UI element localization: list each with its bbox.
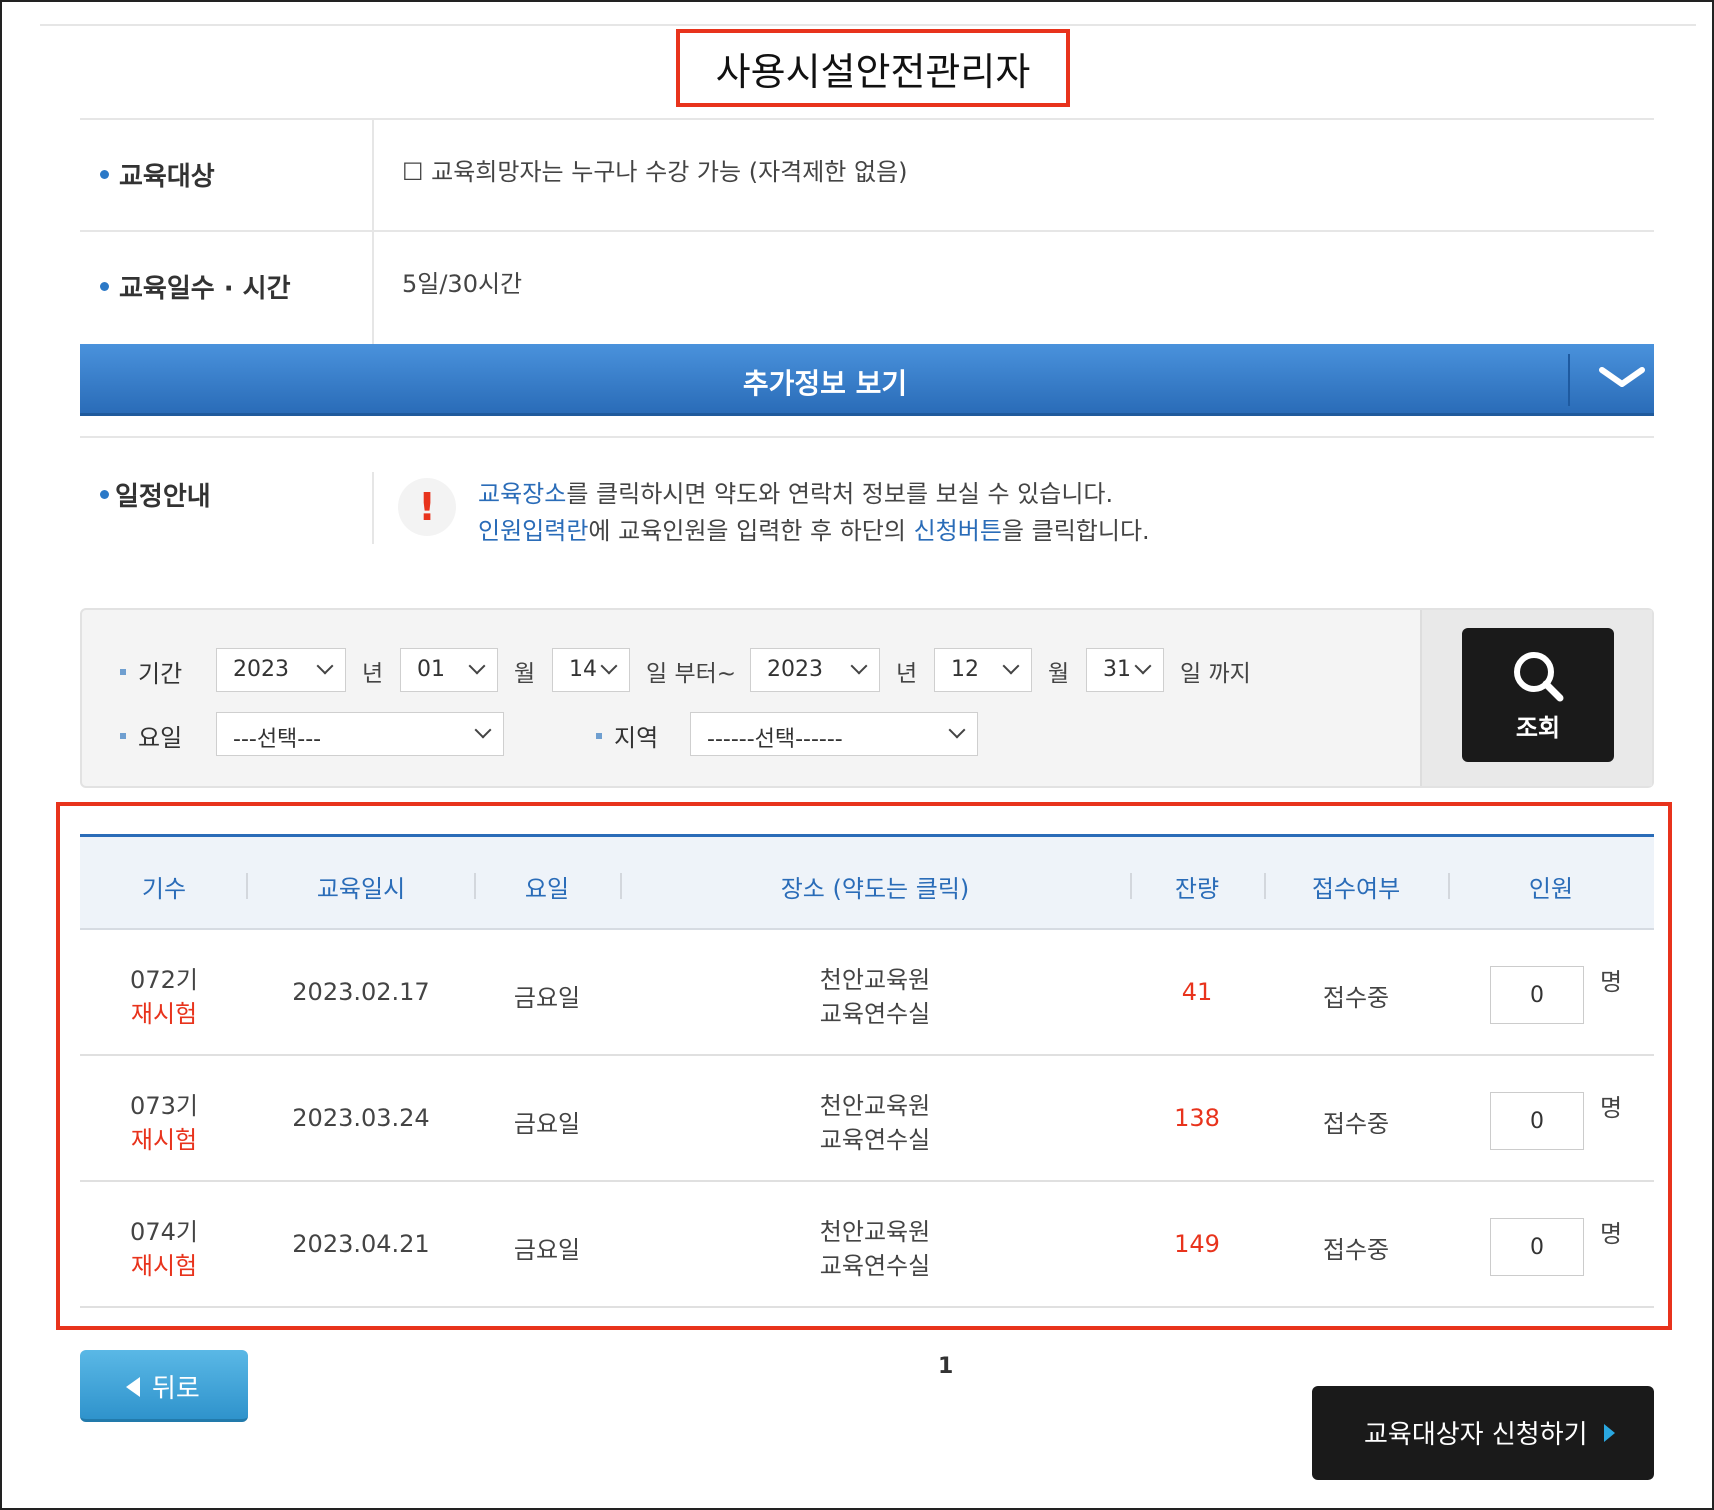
divider: [372, 232, 374, 344]
from-year-select[interactable]: 2023: [216, 648, 346, 692]
unit-from-day: 일 부터~: [646, 661, 737, 687]
date-cell: 2023.03.24: [292, 1104, 430, 1132]
qty-input-text: 인원입력란: [478, 517, 589, 545]
unit-to-day: 일 까지: [1180, 661, 1251, 687]
unit-year: 년: [362, 661, 384, 687]
schedule-row: 일정안내 ! 교육장소를 클릭하시면 약도와 연락처 정보를 보실 수 있습니다…: [80, 436, 1654, 566]
qty-unit: 명: [1599, 968, 1623, 996]
header-remaining: 잔량: [1174, 875, 1220, 903]
date-cell: 2023.04.21: [292, 1230, 430, 1258]
remaining-cell: 138: [1174, 1104, 1220, 1132]
day-cell: 금요일: [513, 984, 581, 1012]
divider: [372, 120, 374, 232]
header-date: 교육일시: [316, 875, 406, 903]
page-number[interactable]: 1: [938, 1354, 953, 1379]
from-day-select[interactable]: 14: [552, 648, 630, 692]
info-row-target: 교육대상 ☐ 교육희망자는 누구나 수강 가능 (자격제한 없음): [80, 118, 1654, 232]
region-select[interactable]: ------선택------: [690, 712, 978, 756]
weekday-select[interactable]: ---선택---: [216, 712, 504, 756]
period-label: 기간: [120, 654, 182, 689]
schedule-note-1: 교육장소를 클릭하시면 약도와 연락처 정보를 보실 수 있습니다.: [478, 480, 1114, 508]
apply-button-label: 교육대상자 신청하기: [1364, 1420, 1588, 1450]
arrow-left-icon: [126, 1377, 140, 1397]
status-cell: 접수중: [1322, 984, 1390, 1012]
header-qty: 인원: [1528, 875, 1574, 903]
room-cell: 교육연수실: [819, 1252, 931, 1280]
info-value-target: ☐ 교육희망자는 누구나 수강 가능 (자격제한 없음): [402, 158, 908, 186]
day-cell: 금요일: [513, 1236, 581, 1264]
search-button-label: 조회: [1515, 714, 1561, 742]
from-month-select[interactable]: 01: [400, 648, 498, 692]
quantity-input[interactable]: 0: [1490, 1218, 1584, 1276]
back-button-label: 뒤로: [152, 1374, 200, 1404]
divider: [1568, 354, 1570, 406]
remaining-cell: 149: [1174, 1230, 1220, 1258]
schedule-label: 일정안내: [100, 476, 211, 513]
apply-button-text: 신청버튼: [913, 517, 1002, 545]
back-button[interactable]: 뒤로: [80, 1350, 248, 1422]
table-header: 기수 교육일시 요일 장소 (약도는 클릭) 잔량 접수여부 인원: [80, 834, 1654, 930]
quantity-input[interactable]: 0: [1490, 1092, 1584, 1150]
warning-icon: !: [398, 478, 456, 536]
header-status: 접수여부: [1311, 875, 1401, 903]
table-row: 072기 재시험 2023.02.17 금요일 천안교육원 교육연수실 41 접…: [80, 930, 1654, 1056]
place-link[interactable]: 천안교육원: [620, 960, 1130, 995]
to-day-select[interactable]: 31: [1086, 648, 1164, 692]
search-button[interactable]: 조회: [1462, 628, 1614, 762]
info-label-duration: 교육일수 · 시간: [100, 268, 291, 305]
qty-unit: 명: [1599, 1094, 1623, 1122]
retest-tag: 재시험: [130, 1000, 198, 1028]
region-label: 지역: [596, 718, 658, 753]
schedule-note-2: 인원입력란에 교육인원을 입력한 후 하단의 신청버튼을 클릭합니다.: [478, 517, 1150, 545]
room-cell: 교육연수실: [819, 1126, 931, 1154]
header-place: 장소 (약도는 클릭): [780, 875, 970, 903]
more-info-label: 추가정보 보기: [742, 367, 908, 400]
chevron-down-icon[interactable]: [1592, 356, 1652, 396]
arrow-right-icon: [1604, 1424, 1615, 1442]
retest-tag: 재시험: [130, 1252, 198, 1280]
divider: [372, 472, 374, 544]
place-link-text: 교육장소: [478, 480, 567, 508]
term-cell: 073기: [130, 1092, 198, 1120]
search-icon: [1514, 652, 1564, 702]
unit-year: 년: [896, 661, 918, 687]
room-cell: 교육연수실: [819, 1000, 931, 1028]
header-term: 기수: [141, 875, 187, 903]
info-value-duration: 5일/30시간: [402, 270, 523, 298]
header-day: 요일: [524, 875, 570, 903]
place-link[interactable]: 천안교육원: [620, 1086, 1130, 1121]
unit-month: 월: [514, 661, 536, 687]
info-row-duration: 교육일수 · 시간 5일/30시간: [80, 230, 1654, 344]
term-cell: 074기: [130, 1218, 198, 1246]
top-divider: [40, 24, 1696, 26]
status-cell: 접수중: [1322, 1110, 1390, 1138]
to-month-select[interactable]: 12: [934, 648, 1032, 692]
term-cell: 072기: [130, 966, 198, 994]
search-panel: 기간 2023 년 01 월 14 일 부터~ 2023 년 12 월 31 일…: [80, 608, 1654, 788]
apply-button[interactable]: 교육대상자 신청하기: [1312, 1386, 1654, 1480]
weekday-label: 요일: [120, 718, 182, 753]
status-cell: 접수중: [1322, 1236, 1390, 1264]
page-title: 사용시설안전관리자: [676, 29, 1070, 107]
unit-month: 월: [1048, 661, 1070, 687]
table-row: 073기 재시험 2023.03.24 금요일 천안교육원 교육연수실 138 …: [80, 1056, 1654, 1182]
day-cell: 금요일: [513, 1110, 581, 1138]
quantity-input[interactable]: 0: [1490, 966, 1584, 1024]
place-link[interactable]: 천안교육원: [620, 1212, 1130, 1247]
remaining-cell: 41: [1181, 978, 1213, 1006]
to-year-select[interactable]: 2023: [750, 648, 880, 692]
retest-tag: 재시험: [130, 1126, 198, 1154]
table-row: 074기 재시험 2023.04.21 금요일 천안교육원 교육연수실 149 …: [80, 1182, 1654, 1308]
date-cell: 2023.02.17: [292, 978, 430, 1006]
more-info-toggle[interactable]: 추가정보 보기: [80, 344, 1654, 416]
info-label-target: 교육대상: [100, 156, 215, 193]
qty-unit: 명: [1599, 1220, 1623, 1248]
